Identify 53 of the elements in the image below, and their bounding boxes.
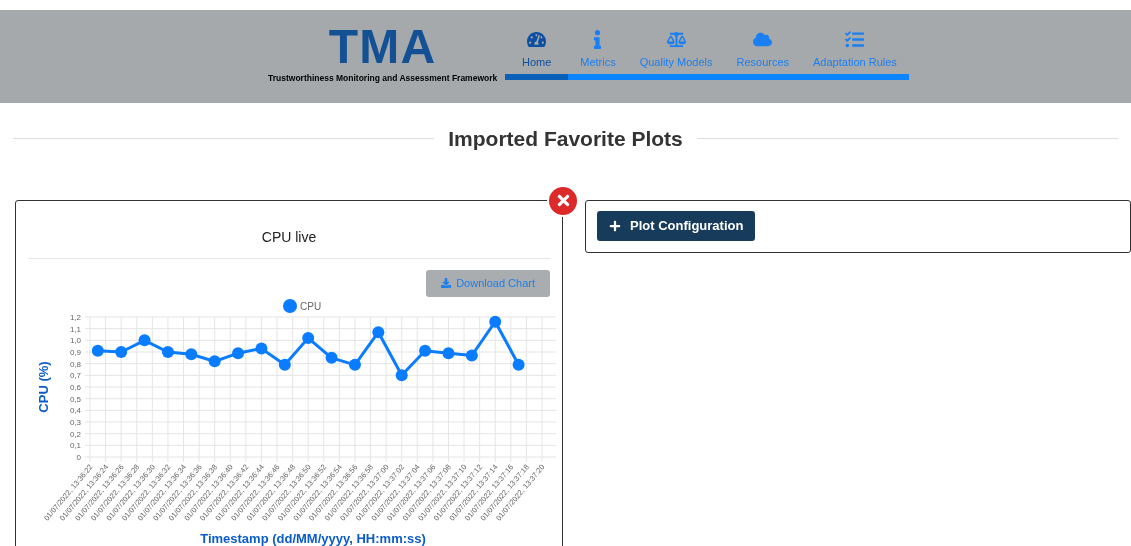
- data-point[interactable]: [348, 358, 361, 371]
- y-tick-label: 0,4: [69, 405, 81, 415]
- y-tick-label: 0,7: [69, 370, 81, 380]
- y-tick-label: 0: [76, 452, 81, 462]
- data-point[interactable]: [278, 358, 291, 371]
- data-point[interactable]: [419, 344, 432, 357]
- y-tick-label: 1,1: [69, 324, 81, 334]
- data-point[interactable]: [138, 333, 151, 346]
- data-point[interactable]: [442, 346, 455, 359]
- data-point[interactable]: [161, 345, 174, 358]
- x-axis-title: Timestamp (dd/MM/yyyy, HH:mm:ss): [200, 530, 426, 546]
- checklist-icon: [845, 30, 865, 49]
- data-point[interactable]: [325, 351, 338, 364]
- balance-scale-icon: [666, 30, 686, 49]
- download-chart-button[interactable]: Download Chart: [426, 269, 550, 297]
- data-point[interactable]: [91, 344, 104, 357]
- nav-tab[interactable]: Resources: [724, 28, 802, 80]
- cloud-icon: [753, 30, 773, 49]
- data-point[interactable]: [302, 331, 315, 344]
- data-point[interactable]: [512, 358, 525, 371]
- nav-tab[interactable]: Metrics: [568, 28, 628, 80]
- legend-label: CPU: [300, 300, 322, 312]
- y-tick-label: 0,1: [69, 440, 81, 450]
- data-point[interactable]: [465, 349, 478, 361]
- data-point[interactable]: [232, 346, 245, 359]
- data-point[interactable]: [395, 368, 408, 381]
- data-point[interactable]: [372, 325, 385, 338]
- gauge-icon: [527, 30, 547, 49]
- logo-subtitle: Trustworthiness Monitoring and Assessment Framework: [268, 72, 498, 85]
- y-tick-label: 0,6: [69, 382, 81, 392]
- data-point[interactable]: [489, 315, 502, 328]
- data-point[interactable]: [255, 342, 268, 354]
- nav-tab[interactable]: Home: [505, 28, 569, 80]
- chart-legend[interactable]: CPU: [283, 298, 322, 313]
- y-tick-label: 1,2: [69, 312, 81, 322]
- y-tick-label: 0,8: [69, 359, 81, 369]
- data-point[interactable]: [208, 354, 221, 367]
- nav-tab[interactable]: Quality Models: [627, 28, 725, 80]
- y-tick-label: 0,9: [69, 347, 81, 357]
- logo[interactable]: TMA: [328, 25, 437, 69]
- y-tick-label: 0,2: [69, 429, 81, 439]
- data-point[interactable]: [185, 347, 198, 360]
- page-title: Imported Favorite Plots: [447, 126, 684, 152]
- y-axis-title: CPU (%): [36, 360, 51, 413]
- y-tick-label: 0,3: [69, 417, 81, 427]
- plot-configuration-button[interactable]: Plot Configuration: [597, 211, 756, 241]
- download-icon: [441, 278, 452, 288]
- y-tick-label: 0,5: [69, 394, 81, 404]
- plus-icon: [609, 220, 621, 232]
- data-point[interactable]: [115, 345, 128, 358]
- chart-title: CPU live: [261, 227, 317, 247]
- nav-tab[interactable]: Adaptation Rules: [801, 28, 909, 80]
- y-tick-label: 1,0: [69, 335, 81, 345]
